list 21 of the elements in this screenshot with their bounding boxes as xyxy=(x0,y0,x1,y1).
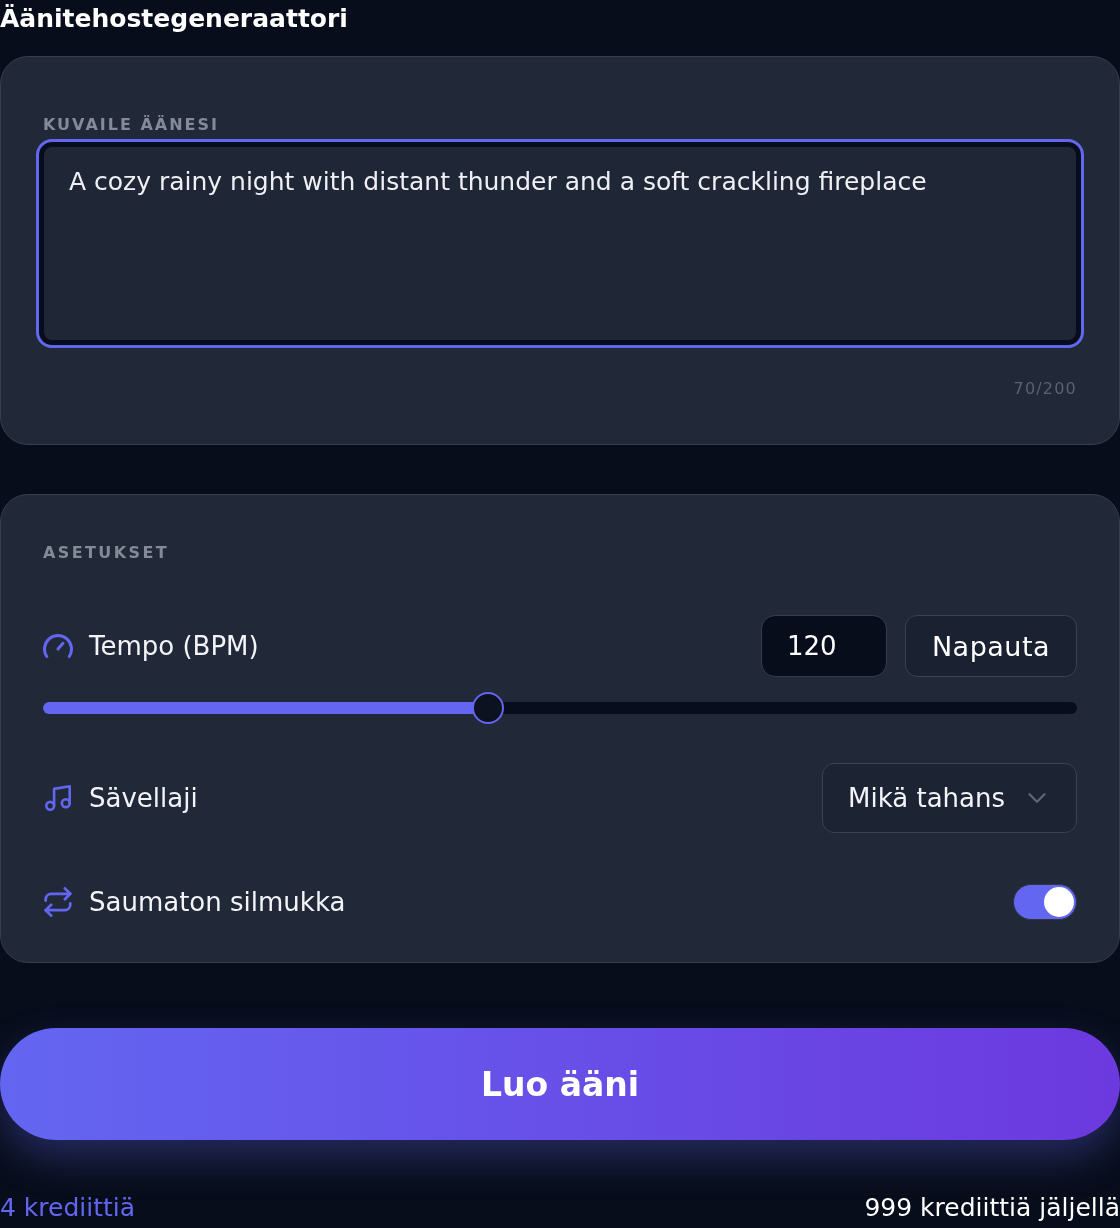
chevron-down-icon xyxy=(1028,793,1046,803)
repeat-icon xyxy=(44,887,72,917)
section-label: KUVAILE ÄÄNESI xyxy=(43,115,219,135)
tap-button[interactable]: Napauta xyxy=(905,615,1077,677)
setting-label: Sävellaji xyxy=(89,782,198,815)
slider-thumb[interactable] xyxy=(471,692,504,724)
key-select[interactable]: Mikä tahans xyxy=(822,763,1077,833)
loop-toggle[interactable] xyxy=(1013,884,1077,920)
credit-cost: 4 krediittiä xyxy=(0,1193,136,1223)
credit-balance: 999 krediittiä jäljellä xyxy=(864,1193,1120,1223)
section-label: ASETUKSET xyxy=(43,543,170,563)
generate-button[interactable]: Luo ääni xyxy=(0,1028,1120,1140)
tempo-input[interactable]: 120 xyxy=(761,615,887,677)
prompt-field[interactable]: A cozy rainy night with distant thunder and a soft crackling fireplace xyxy=(36,139,1084,348)
setting-label: Tempo (BPM) xyxy=(89,630,259,663)
music-note-icon xyxy=(45,785,71,811)
gauge-icon xyxy=(43,634,73,658)
setting-label: Saumaton silmukka xyxy=(89,886,346,919)
tempo-slider[interactable] xyxy=(43,691,1077,725)
char-counter: 70/200 xyxy=(1013,378,1077,400)
page-title: Äänitehostegeneraattori xyxy=(0,3,348,35)
